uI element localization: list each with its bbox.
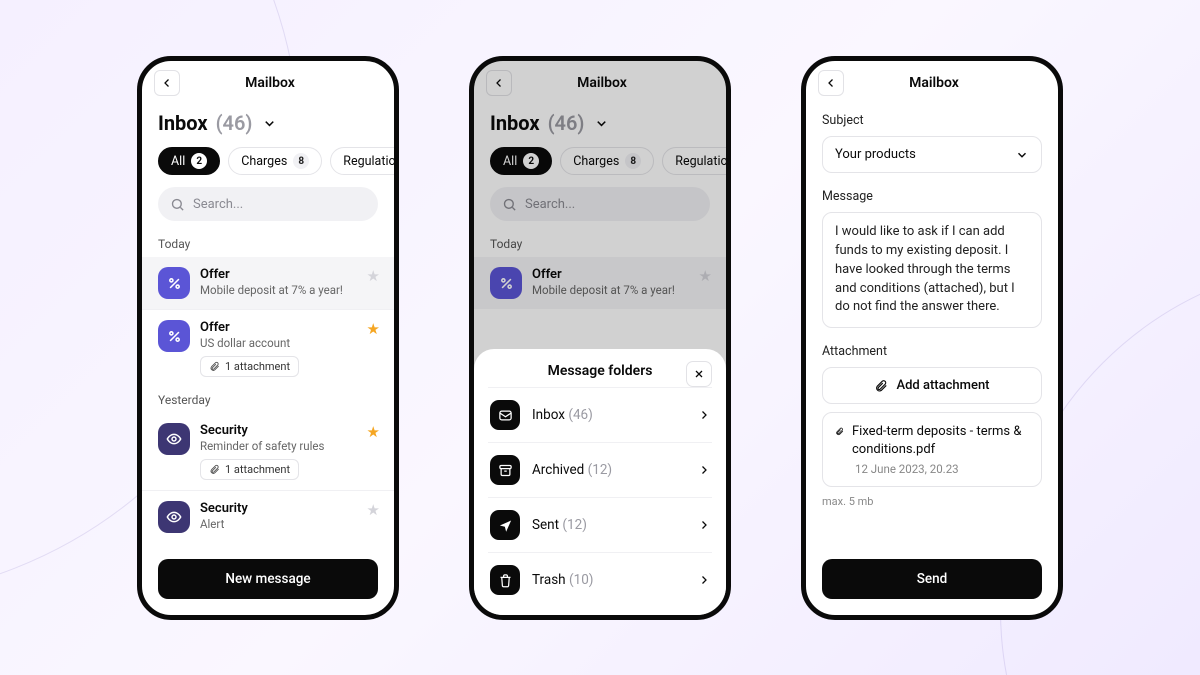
paperclip-icon	[209, 361, 220, 372]
message-subtitle: US dollar account	[200, 336, 378, 350]
inbox-selector[interactable]: Inbox (46)	[142, 105, 394, 147]
chip-charges-badge: 8	[293, 153, 309, 169]
attachment-card[interactable]: Fixed-term deposits - terms & conditions…	[822, 412, 1042, 487]
chip-all[interactable]: All 2	[158, 147, 220, 175]
subject-value: Your products	[835, 147, 916, 162]
paperclip-icon	[209, 464, 220, 475]
group-today: Today	[142, 231, 394, 257]
chevron-right-icon	[698, 574, 710, 586]
inbox-count: (46)	[216, 111, 253, 135]
attachment-filename: Fixed-term deposits - terms & conditions…	[852, 423, 1029, 458]
attachment-hint: max. 5 mb	[822, 495, 1042, 508]
eye-icon	[166, 509, 182, 525]
security-icon	[158, 423, 190, 455]
star-icon[interactable]: ★	[367, 267, 380, 285]
inbox-label: Inbox	[158, 111, 208, 135]
back-button[interactable]	[818, 70, 844, 96]
phone-folders: Mailbox Inbox (46) All2 Charges8 Regulat…	[469, 56, 731, 620]
message-title: Offer	[200, 267, 378, 282]
chevron-right-icon	[698, 519, 710, 531]
arrow-left-icon	[825, 77, 837, 89]
star-icon[interactable]: ★	[367, 423, 380, 441]
filter-chips: All 2 Charges 8 Regulations	[142, 147, 394, 187]
chevron-right-icon	[698, 409, 710, 421]
search-placeholder: Search...	[193, 197, 243, 212]
header: Mailbox	[142, 61, 394, 105]
attachment-pill[interactable]: 1 attachment	[200, 459, 299, 480]
eye-icon	[166, 431, 182, 447]
message-subtitle: Reminder of safety rules	[200, 439, 378, 453]
header-title: Mailbox	[186, 75, 382, 91]
subject-label: Subject	[822, 113, 1042, 128]
envelope-icon	[498, 408, 513, 423]
security-icon	[158, 501, 190, 533]
attachment-pill[interactable]: 1 attachment	[200, 356, 299, 377]
back-button[interactable]	[154, 70, 180, 96]
offer-icon	[158, 320, 190, 352]
chip-all-badge: 2	[191, 153, 207, 169]
chip-regulations[interactable]: Regulations	[330, 147, 399, 175]
message-item[interactable]: Security Alert ★	[142, 490, 394, 543]
send-button[interactable]: Send	[822, 559, 1042, 599]
arrow-left-icon	[161, 77, 173, 89]
message-textarea[interactable]: I would like to ask if I can add funds t…	[822, 212, 1042, 328]
phone-compose: Mailbox Subject Your products Message I …	[801, 56, 1063, 620]
phone-inbox: Mailbox Inbox (46) All 2 Charges 8 Regul…	[137, 56, 399, 620]
percent-icon	[167, 329, 182, 344]
message-subtitle: Alert	[200, 517, 378, 531]
paperclip-icon	[874, 379, 888, 393]
trash-icon	[498, 573, 513, 588]
add-attachment-button[interactable]: Add attachment	[822, 367, 1042, 404]
new-message-button[interactable]: New message	[158, 559, 378, 599]
message-item[interactable]: Offer US dollar account 1 attachment ★	[142, 309, 394, 387]
message-item[interactable]: Offer Mobile deposit at 7% a year! ★	[142, 257, 394, 309]
folder-sent[interactable]: Sent (12)	[488, 497, 712, 552]
close-icon	[693, 368, 705, 380]
percent-icon	[167, 276, 182, 291]
message-item[interactable]: Security Reminder of safety rules 1 atta…	[142, 413, 394, 490]
send-icon	[498, 518, 513, 533]
subject-select[interactable]: Your products	[822, 136, 1042, 173]
folder-trash[interactable]: Trash (10)	[488, 552, 712, 607]
message-label: Message	[822, 189, 1042, 204]
paperclip-icon	[835, 425, 844, 438]
search-icon	[170, 197, 185, 212]
group-yesterday: Yesterday	[142, 387, 394, 413]
close-button[interactable]	[686, 361, 712, 387]
chevron-right-icon	[698, 464, 710, 476]
folders-sheet: Message folders Inbox (46) Archived (12)	[474, 349, 726, 615]
attachment-date: 12 June 2023, 20.23	[835, 462, 1029, 476]
sheet-title: Message folders	[548, 363, 653, 379]
offer-icon	[158, 267, 190, 299]
message-title: Security	[200, 423, 378, 438]
message-subtitle: Mobile deposit at 7% a year!	[200, 283, 378, 297]
folder-inbox[interactable]: Inbox (46)	[488, 387, 712, 442]
chevron-down-icon	[262, 116, 277, 131]
message-title: Offer	[200, 320, 378, 335]
star-icon[interactable]: ★	[367, 320, 380, 338]
archive-icon	[498, 463, 513, 478]
chevron-down-icon	[1015, 148, 1029, 162]
header: Mailbox	[806, 61, 1058, 105]
header-title: Mailbox	[850, 75, 1046, 91]
search-input[interactable]: Search...	[158, 187, 378, 221]
folder-archived[interactable]: Archived (12)	[488, 442, 712, 497]
attachment-label: Attachment	[822, 344, 1042, 359]
message-title: Security	[200, 501, 378, 516]
star-icon[interactable]: ★	[367, 501, 380, 519]
chip-charges[interactable]: Charges 8	[228, 147, 322, 175]
